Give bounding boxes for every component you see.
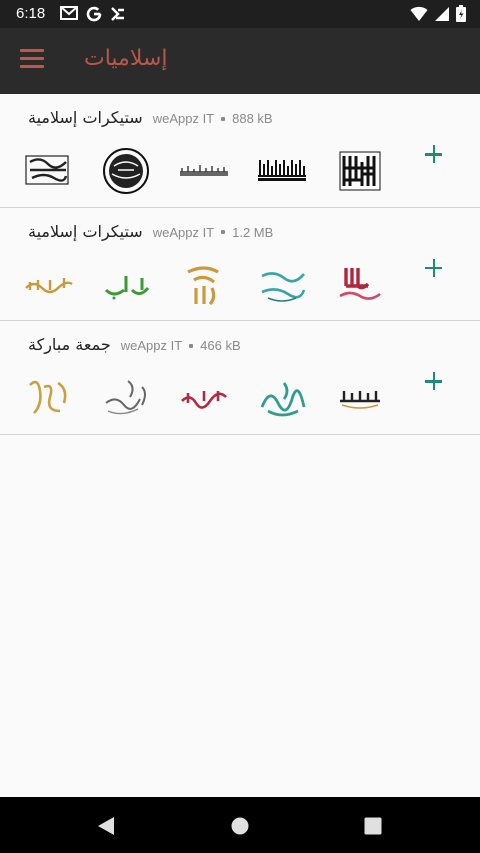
sticker-calligraphy-square-kufi bbox=[332, 146, 388, 196]
pack-name: جمعة مباركة bbox=[28, 335, 111, 354]
app-bar: إسلاميات bbox=[0, 28, 480, 94]
pack-size: 466 kB bbox=[200, 338, 241, 353]
sticker-preview-row bbox=[20, 260, 390, 310]
sticker-calligraphy-wide bbox=[176, 146, 232, 196]
pack-meta: weAppz IT 1.2 MB bbox=[153, 225, 274, 240]
add-pack-button[interactable] bbox=[418, 252, 450, 284]
sticker-jumuah-green bbox=[254, 373, 310, 423]
status-system-icons bbox=[410, 5, 466, 22]
app-title: إسلاميات bbox=[84, 46, 168, 71]
sticker-calligraphy-rectangle bbox=[20, 146, 76, 196]
battery-icon bbox=[456, 5, 466, 22]
pack-publisher: weAppz IT bbox=[152, 111, 215, 126]
sticker-jumuah-gold bbox=[20, 373, 76, 423]
sticker-pack-item[interactable]: جمعة مباركة weAppz IT 466 kB bbox=[0, 321, 480, 435]
status-time: 6:18 bbox=[16, 5, 46, 22]
sticker-pack-item[interactable]: ستيكرات إسلامية weAppz IT 1.2 MB bbox=[0, 207, 480, 321]
add-pack-button[interactable] bbox=[418, 138, 450, 170]
sticker-jumuah-red bbox=[176, 373, 232, 423]
sticker-preview-row bbox=[20, 146, 390, 196]
home-circle-icon[interactable] bbox=[229, 815, 251, 837]
sticker-alhamdulillah bbox=[20, 260, 76, 310]
status-bar: 6:18 bbox=[0, 0, 480, 28]
pack-header: ستيكرات إسلامية weAppz IT 1.2 MB bbox=[28, 222, 273, 241]
sticker-iqra-bismillah bbox=[332, 373, 388, 423]
sticker-preview-row bbox=[20, 373, 390, 423]
sticker-calligraphy-kufi-banner bbox=[254, 146, 310, 196]
back-triangle-icon[interactable] bbox=[95, 815, 117, 837]
google-icon bbox=[86, 6, 102, 22]
sticker-pack-item[interactable]: ستيكرات إسلامية weAppz IT 888 kB bbox=[0, 94, 480, 208]
sticker-subhan-allah-walhamdulillah bbox=[254, 260, 310, 310]
pack-publisher: weAppz IT bbox=[120, 338, 183, 353]
add-pack-button[interactable] bbox=[418, 365, 450, 397]
sticker-allah-barak-fik bbox=[332, 260, 388, 310]
sticker-shukran-lillah bbox=[176, 260, 232, 310]
sticker-calligraphy-circle-seal bbox=[98, 146, 154, 196]
pack-size: 1.2 MB bbox=[232, 224, 274, 240]
gmail-icon bbox=[60, 6, 78, 20]
hamburger-menu-icon[interactable] bbox=[20, 49, 46, 71]
wifi-icon bbox=[410, 6, 428, 21]
pack-publisher: weAppz IT bbox=[152, 224, 215, 240]
pack-size: 888 kB bbox=[232, 111, 273, 126]
pack-meta: weAppz IT 466 kB bbox=[121, 338, 241, 353]
signal-icon bbox=[435, 6, 449, 21]
pack-header: جمعة مباركة weAppz IT 466 kB bbox=[28, 335, 241, 354]
system-navigation-bar bbox=[0, 797, 480, 853]
download-icon bbox=[111, 7, 124, 21]
pack-meta: weAppz IT 888 kB bbox=[153, 111, 273, 126]
recents-square-icon[interactable] bbox=[362, 815, 384, 837]
sticker-jumuah-gray bbox=[98, 373, 154, 423]
sticker-pack-list: ستيكرات إسلامية weAppz IT 888 kB ستيكرات… bbox=[0, 94, 480, 435]
pack-name: ستيكرات إسلامية bbox=[28, 221, 143, 241]
sticker-ya-rab bbox=[98, 260, 154, 310]
pack-header: ستيكرات إسلامية weAppz IT 888 kB bbox=[28, 108, 273, 127]
pack-name: ستيكرات إسلامية bbox=[28, 108, 143, 127]
status-notification-icons bbox=[60, 6, 126, 22]
